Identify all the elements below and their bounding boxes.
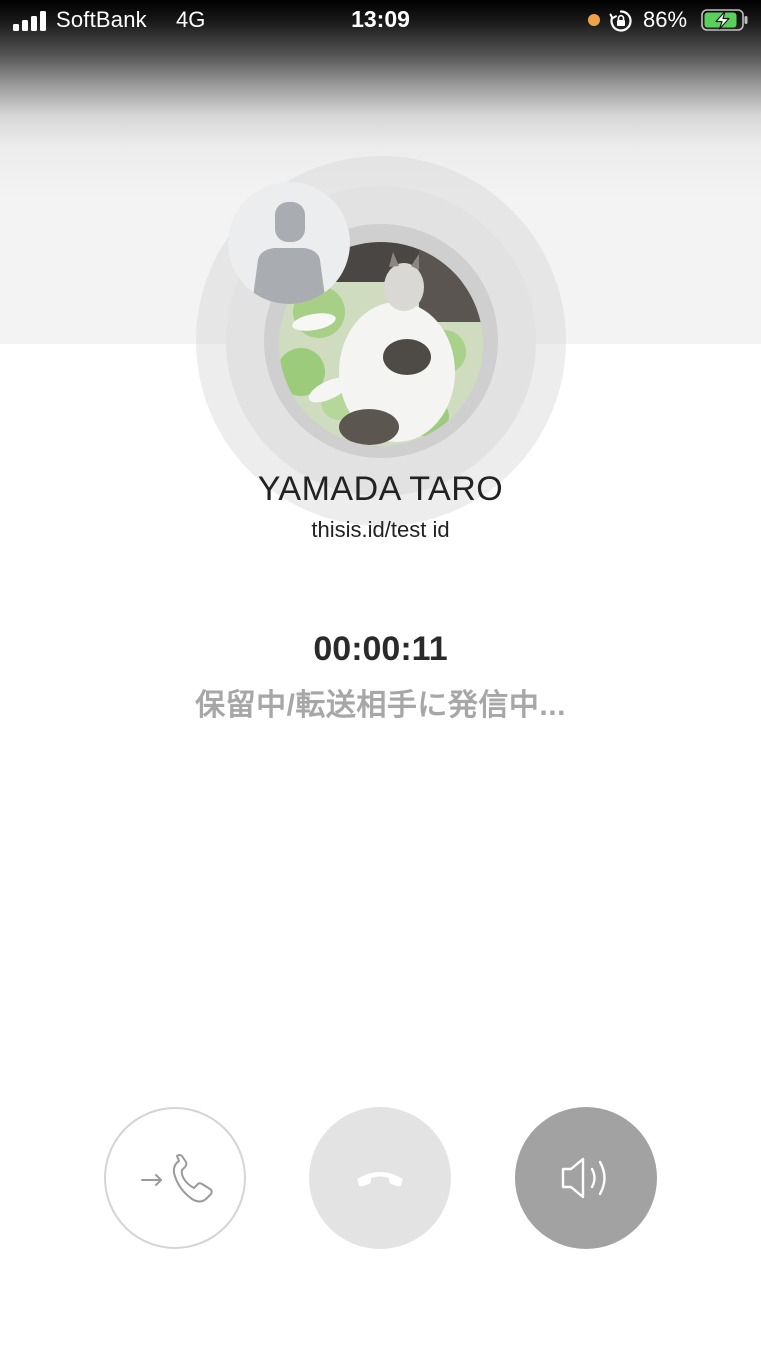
speaker-icon	[561, 1157, 606, 1199]
call-status-text: 保留中/転送相手に発信中...	[195, 689, 566, 722]
transfer-call-icon	[141, 1154, 213, 1203]
battery-charging-icon	[701, 9, 748, 31]
end-call-icon	[357, 1172, 403, 1187]
rotation-lock-icon	[609, 10, 632, 32]
placeholder-avatar-icon	[228, 182, 350, 304]
caller-name: YAMADA TARO	[257, 470, 504, 508]
mic-in-use-dot-icon	[588, 14, 600, 26]
transfer-call-button[interactable]	[104, 1107, 246, 1249]
call-timer: 00:00:11	[313, 630, 448, 668]
speaker-button[interactable]	[515, 1107, 657, 1249]
battery-percent: 86%	[643, 7, 688, 32]
caller-id: thisis.id/test id	[311, 517, 450, 542]
end-call-button[interactable]	[309, 1107, 451, 1249]
status-bar: SoftBank 4G 13:09 86%	[0, 0, 761, 40]
